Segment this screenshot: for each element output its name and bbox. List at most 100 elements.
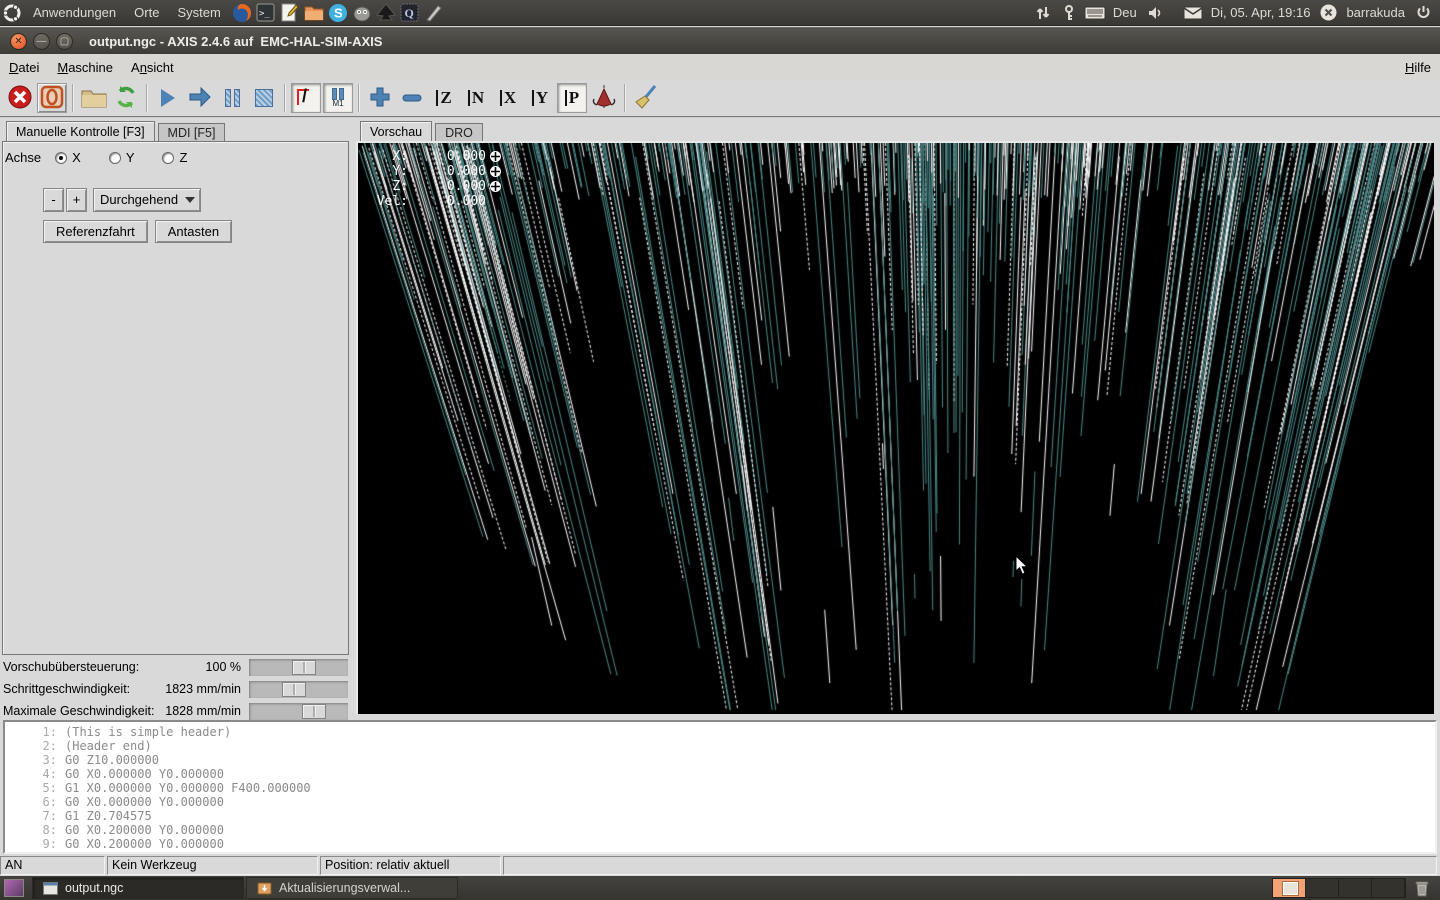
close-button[interactable]: ✕	[10, 33, 27, 50]
trash-icon[interactable]	[1412, 878, 1432, 898]
view-y-icon: Y	[532, 90, 548, 106]
open-file-button[interactable]	[79, 83, 109, 113]
pause-button[interactable]	[217, 83, 247, 113]
tab-manual-control[interactable]: Manuelle Kontrolle [F3]	[6, 121, 155, 141]
jog-speed-label: Schrittgeschwindigkeit:	[3, 682, 130, 696]
minimize-button[interactable]: —	[33, 33, 50, 50]
mail-icon[interactable]	[1182, 2, 1204, 24]
taskbar-item-update-manager[interactable]: Aktualisierungsverwal...	[246, 877, 458, 899]
estop-button[interactable]	[5, 83, 35, 113]
jog-speed-slider[interactable]	[249, 681, 348, 698]
axis-x-label: X	[72, 150, 81, 165]
gcode-listing[interactable]: 1:(This is simple header) 2:(Header end)…	[3, 720, 1437, 854]
jog-plus-button[interactable]: +	[66, 188, 87, 212]
skype-icon[interactable]: S	[327, 2, 349, 24]
file-manager-icon[interactable]	[303, 2, 325, 24]
menu-maschine[interactable]: Maschine	[48, 57, 122, 78]
step-button[interactable]	[185, 83, 215, 113]
toolbar-separator	[284, 84, 286, 112]
feed-override-label: Vorschubübersteuerung:	[3, 660, 139, 674]
axis-z-label: Z	[179, 150, 187, 165]
tab-vorschau[interactable]: Vorschau	[360, 121, 432, 141]
axis-y-radio[interactable]	[109, 152, 121, 164]
max-velocity-value: 1828 mm/min	[165, 704, 241, 718]
reload-button[interactable]	[111, 83, 141, 113]
menu-datei[interactable]: Datei	[0, 57, 48, 78]
workspace-3[interactable]	[1339, 879, 1372, 897]
tab-mdi[interactable]: MDI [F5]	[158, 123, 226, 141]
menu-places[interactable]: Orte	[125, 0, 168, 26]
axis-x-radio[interactable]	[55, 152, 67, 164]
pause-icon	[225, 89, 240, 107]
text-editor-icon[interactable]	[279, 2, 301, 24]
axis-y-label: Y	[126, 150, 135, 165]
skip-lines-toggle[interactable]: /	[291, 83, 321, 113]
workspace-switcher[interactable]	[1272, 878, 1406, 898]
jog-minus-button[interactable]: -	[43, 188, 64, 212]
step-icon	[188, 87, 212, 110]
main-area: Manuelle Kontrolle [F3] MDI [F5] Achse X…	[0, 118, 1440, 718]
keyboard-layout-indicator[interactable]: Deu	[1108, 5, 1142, 20]
view-x-button[interactable]: X	[493, 83, 523, 113]
view-z-rotated-button[interactable]: N	[461, 83, 491, 113]
optional-pause-toggle[interactable]: M1	[323, 83, 353, 113]
svg-text:S: S	[334, 5, 343, 20]
gcode-line: 5:G1 X0.000000 Y0.000000 F400.000000	[5, 781, 1435, 795]
gimp-icon[interactable]	[351, 2, 373, 24]
window-list-icon[interactable]	[4, 879, 24, 897]
toolbar-separator	[72, 84, 74, 112]
toolpath-canvas[interactable]	[358, 143, 1434, 714]
toolbar-separator	[358, 84, 360, 112]
username[interactable]: barrakuda	[1341, 5, 1410, 20]
menu-applications[interactable]: Anwendungen	[24, 0, 125, 26]
inkscape-icon[interactable]	[375, 2, 397, 24]
clear-plot-button[interactable]	[631, 83, 661, 113]
tab-dro[interactable]: DRO	[435, 123, 483, 141]
quassel-icon[interactable]: Q	[399, 2, 421, 24]
machine-power-button[interactable]	[37, 83, 67, 113]
system-tray: Deu Di, 05. Apr, 19:16 barrakuda	[1030, 0, 1440, 26]
pen-icon[interactable]	[423, 2, 445, 24]
max-velocity-slider[interactable]	[249, 703, 348, 720]
skip-lines-icon: /	[296, 88, 316, 108]
window-titlebar[interactable]: ✕ — ▢ output.ngc - AXIS 2.4.6 auf EMC-HA…	[0, 27, 1440, 54]
keyboard-icon[interactable]	[1084, 2, 1106, 24]
run-button[interactable]	[153, 83, 183, 113]
menu-hilfe[interactable]: Hilfe	[1396, 57, 1440, 78]
estop-icon	[8, 85, 32, 112]
touch-off-button[interactable]: Antasten	[155, 220, 232, 243]
taskbar-item-output[interactable]: output.ngc	[32, 877, 244, 899]
menu-system[interactable]: System	[168, 0, 229, 26]
homed-icon	[489, 180, 502, 193]
zoom-in-button[interactable]	[365, 83, 395, 113]
workspace-1[interactable]	[1273, 879, 1306, 897]
position-mode-field: Position: relativ aktuell	[320, 856, 501, 875]
volume-icon[interactable]	[1144, 2, 1166, 24]
rotate-view-button[interactable]	[589, 83, 619, 113]
view-y-button[interactable]: Y	[525, 83, 555, 113]
home-axis-button[interactable]: Referenzfahrt	[43, 220, 148, 243]
me-menu-icon[interactable]	[1317, 2, 1339, 24]
zoom-out-button[interactable]	[397, 83, 427, 113]
axis-z-radio[interactable]	[162, 152, 174, 164]
view-z-button[interactable]: Z	[429, 83, 459, 113]
feed-override-slider[interactable]	[249, 659, 348, 676]
view-perspective-icon: P	[565, 90, 579, 106]
toolpath-preview[interactable]: X:0.000 Y:0.000 Z:0.000 Vel:0.000	[356, 141, 1432, 714]
clock[interactable]: Di, 05. Apr, 19:16	[1206, 5, 1316, 20]
maximize-button[interactable]: ▢	[56, 33, 73, 50]
jog-mode-dropdown[interactable]: Durchgehend	[93, 188, 201, 212]
workspace-4[interactable]	[1372, 879, 1405, 897]
power-icon[interactable]	[1412, 2, 1434, 24]
view-perspective-button[interactable]: P	[557, 83, 587, 113]
jog-speed-value: 1823 mm/min	[165, 682, 241, 696]
reload-icon	[114, 85, 138, 112]
menu-ansicht[interactable]: Ansicht	[122, 57, 183, 78]
ubuntu-logo-icon[interactable]	[1, 2, 23, 24]
keyring-icon[interactable]	[1058, 2, 1080, 24]
workspace-2[interactable]	[1306, 879, 1339, 897]
stop-button[interactable]	[249, 83, 279, 113]
network-arrows-icon[interactable]	[1032, 2, 1054, 24]
firefox-icon[interactable]	[231, 2, 253, 24]
terminal-icon[interactable]: >_	[255, 2, 277, 24]
